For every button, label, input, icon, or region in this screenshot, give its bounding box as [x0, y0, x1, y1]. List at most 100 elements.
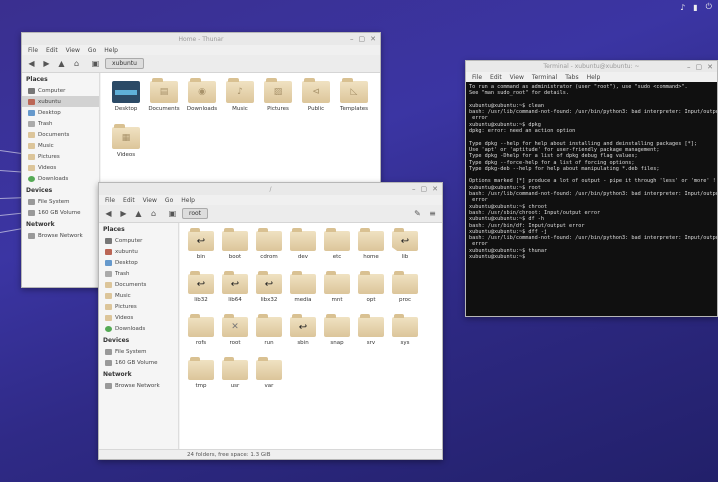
- folder-item[interactable]: ▨ Pictures: [259, 78, 297, 127]
- sidebar-item-home[interactable]: xubuntu: [99, 246, 178, 257]
- menu-icon[interactable]: ≡: [427, 208, 438, 219]
- folder-item-run[interactable]: run: [252, 314, 286, 360]
- sidebar-item-pictures[interactable]: Pictures: [99, 301, 178, 312]
- sidebar-item-desktop[interactable]: Desktop: [99, 257, 178, 268]
- folder-item-sbin[interactable]: ↩ sbin: [286, 314, 320, 360]
- maximize-icon[interactable]: ▢: [359, 35, 366, 43]
- folder-item-lib64[interactable]: ↩ lib64: [218, 271, 252, 317]
- sidebar-item-volume[interactable]: 160 GB Volume: [99, 357, 178, 368]
- maximize-icon[interactable]: ▢: [696, 63, 703, 71]
- folder-item[interactable]: Desktop: [107, 81, 145, 127]
- forward-icon[interactable]: ▶: [118, 208, 129, 219]
- maximize-icon[interactable]: ▢: [421, 185, 428, 193]
- back-icon[interactable]: ◀: [26, 58, 37, 69]
- close-icon[interactable]: ✕: [370, 35, 376, 43]
- minimize-icon[interactable]: –: [412, 185, 416, 193]
- up-icon[interactable]: ▲: [133, 208, 144, 219]
- menu-help[interactable]: Help: [181, 197, 195, 204]
- folder-item-var[interactable]: var: [252, 357, 286, 403]
- home-icon[interactable]: ⌂: [71, 58, 82, 69]
- folder-item-root[interactable]: ✕ root: [218, 314, 252, 360]
- close-icon[interactable]: ✕: [707, 63, 713, 71]
- speaker-icon[interactable]: ♪: [680, 3, 685, 12]
- path-button[interactable]: root: [182, 208, 209, 219]
- folder-item-snap[interactable]: snap: [320, 314, 354, 360]
- path-toggle-icon[interactable]: ▣: [167, 208, 178, 219]
- minimize-icon[interactable]: –: [687, 63, 691, 71]
- sidebar-item-documents[interactable]: Documents: [22, 129, 99, 140]
- sidebar-item-trash[interactable]: Trash: [99, 268, 178, 279]
- folder-item-rofs[interactable]: rofs: [184, 314, 218, 360]
- sidebar-item-documents[interactable]: Documents: [99, 279, 178, 290]
- folder-item[interactable]: ◺ Templates: [335, 78, 373, 127]
- sidebar-item-music[interactable]: Music: [99, 290, 178, 301]
- folder-item-opt[interactable]: opt: [354, 271, 388, 317]
- titlebar[interactable]: Home - Thunar – ▢ ✕: [22, 33, 380, 45]
- titlebar[interactable]: / – ▢ ✕: [99, 183, 442, 195]
- folder-item-libx32[interactable]: ↩ libx32: [252, 271, 286, 317]
- folder-item-boot[interactable]: boot: [218, 228, 252, 274]
- home-icon[interactable]: ⌂: [148, 208, 159, 219]
- folder-item[interactable]: ♪ Music: [221, 78, 259, 127]
- sidebar-item-volume[interactable]: 160 GB Volume: [22, 207, 99, 218]
- thunar-window-root[interactable]: / – ▢ ✕ File Edit View Go Help ◀ ▶ ▲ ⌂ ▣…: [98, 182, 443, 460]
- battery-icon[interactable]: ▮: [693, 3, 697, 12]
- menu-edit[interactable]: Edit: [46, 47, 58, 54]
- folder-item-sys[interactable]: sys: [388, 314, 422, 360]
- folder-item-cdrom[interactable]: cdrom: [252, 228, 286, 274]
- edit-path-icon[interactable]: ✎: [412, 208, 423, 219]
- menu-tabs[interactable]: Tabs: [565, 74, 578, 81]
- sidebar-item-videos[interactable]: Videos: [99, 312, 178, 323]
- sidebar-item-downloads[interactable]: Downloads: [22, 173, 99, 184]
- forward-icon[interactable]: ▶: [41, 58, 52, 69]
- menu-view[interactable]: View: [510, 74, 524, 81]
- close-icon[interactable]: ✕: [432, 185, 438, 193]
- folder-item[interactable]: ▦ Videos: [107, 124, 145, 173]
- folder-item-mnt[interactable]: mnt: [320, 271, 354, 317]
- sidebar-item-file-system[interactable]: File System: [22, 196, 99, 207]
- terminal-output[interactable]: To run a command as administrator (user …: [469, 84, 717, 316]
- menu-file[interactable]: File: [472, 74, 482, 81]
- folder-item-dev[interactable]: dev: [286, 228, 320, 274]
- folder-item[interactable]: ⊲ Public: [297, 78, 335, 127]
- sidebar-item-desktop[interactable]: Desktop: [22, 107, 99, 118]
- sidebar-item-music[interactable]: Music: [22, 140, 99, 151]
- folder-item-lib32[interactable]: ↩ lib32: [184, 271, 218, 317]
- sidebar-item-browse-network[interactable]: Browse Network: [22, 230, 99, 241]
- sidebar-item-pictures[interactable]: Pictures: [22, 151, 99, 162]
- menu-go[interactable]: Go: [165, 197, 173, 204]
- menu-edit[interactable]: Edit: [123, 197, 135, 204]
- power-icon[interactable]: ⏻: [706, 2, 712, 12]
- sidebar-item-browse-network[interactable]: Browse Network: [99, 380, 178, 391]
- folder-item-bin[interactable]: ↩ bin: [184, 228, 218, 274]
- folder-item-home[interactable]: home: [354, 228, 388, 274]
- folder-item-proc[interactable]: proc: [388, 271, 422, 317]
- folder-item-etc[interactable]: etc: [320, 228, 354, 274]
- sidebar-item-home[interactable]: xubuntu: [22, 96, 99, 107]
- path-button[interactable]: xubuntu: [105, 58, 144, 69]
- path-toggle-icon[interactable]: ▣: [90, 58, 101, 69]
- folder-item[interactable]: ▤ Documents: [145, 78, 183, 127]
- menu-view[interactable]: View: [66, 47, 80, 54]
- folder-item-usr[interactable]: usr: [218, 357, 252, 403]
- folder-item-srv[interactable]: srv: [354, 314, 388, 360]
- menu-view[interactable]: View: [143, 197, 157, 204]
- sidebar-item-downloads[interactable]: Downloads: [99, 323, 178, 334]
- menu-help[interactable]: Help: [104, 47, 118, 54]
- sidebar-item-computer[interactable]: Computer: [99, 235, 178, 246]
- titlebar[interactable]: Terminal - xubuntu@xubuntu: ~ – ▢ ✕: [466, 61, 717, 72]
- up-icon[interactable]: ▲: [56, 58, 67, 69]
- sidebar-item-file-system[interactable]: File System: [99, 346, 178, 357]
- menu-file[interactable]: File: [105, 197, 115, 204]
- back-icon[interactable]: ◀: [103, 208, 114, 219]
- sidebar-item-videos[interactable]: Videos: [22, 162, 99, 173]
- folder-item[interactable]: ◉ Downloads: [183, 78, 221, 127]
- folder-item-tmp[interactable]: tmp: [184, 357, 218, 403]
- folder-item-media[interactable]: media: [286, 271, 320, 317]
- menu-terminal[interactable]: Terminal: [532, 74, 557, 81]
- minimize-icon[interactable]: –: [350, 35, 354, 43]
- menu-edit[interactable]: Edit: [490, 74, 502, 81]
- menu-help[interactable]: Help: [587, 74, 601, 81]
- sidebar-item-computer[interactable]: Computer: [22, 85, 99, 96]
- terminal-window[interactable]: Terminal - xubuntu@xubuntu: ~ – ▢ ✕ File…: [465, 60, 718, 317]
